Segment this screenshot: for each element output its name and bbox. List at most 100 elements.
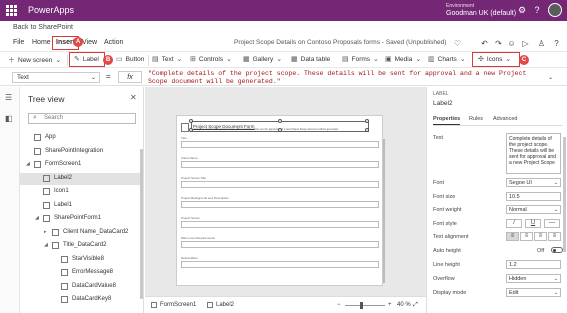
help-question-icon[interactable]: ? xyxy=(551,38,562,49)
resize-handle[interactable] xyxy=(278,128,282,132)
fit-to-window-icon[interactable]: ⤢ xyxy=(413,302,418,309)
media-menu-button[interactable]: ▣ Media ⌄ xyxy=(385,55,421,64)
label-icon xyxy=(61,296,68,303)
selected-label-control[interactable]: Complete details of the project scope. T… xyxy=(189,119,369,132)
resize-handle[interactable] xyxy=(189,128,193,132)
font-size-input[interactable]: 10.5 xyxy=(506,192,561,201)
form-field-label: Title xyxy=(181,136,187,140)
button-button[interactable]: ▭ Button xyxy=(116,55,144,64)
form-field-input[interactable] xyxy=(181,201,379,208)
text-value-input[interactable]: Complete details of the project scope. T… xyxy=(506,133,561,174)
tree-item[interactable]: ErrorMessage8 xyxy=(20,267,143,279)
font-dropdown-value: Segoe UI xyxy=(509,180,532,186)
tree-item[interactable]: App xyxy=(20,132,143,144)
gallery-menu-button[interactable]: ▦ Gallery ⌄ xyxy=(243,55,282,64)
resize-handle[interactable] xyxy=(189,119,193,123)
charts-menu-button[interactable]: ▥ Charts ⌄ xyxy=(428,55,466,64)
align-right-icon[interactable]: ≡ xyxy=(534,232,547,241)
new-screen-button[interactable]: ＋ New screen ⌄ xyxy=(8,55,61,65)
tree-item[interactable]: ▸ Client Name_DataCard2 xyxy=(20,227,143,239)
fx-button[interactable]: fx xyxy=(118,71,142,83)
expand-toggle-icon[interactable]: ◢ xyxy=(44,242,48,248)
properties-scrollbar[interactable] xyxy=(563,137,566,252)
font-weight-dropdown[interactable]: Normal ⌄ xyxy=(506,205,561,214)
data-table-button[interactable]: ▦ Data table xyxy=(291,55,330,64)
tree-item[interactable]: DataCardValue8 xyxy=(20,281,143,293)
zoom-in-button[interactable]: + xyxy=(388,302,392,308)
app-checker-icon[interactable]: ♡ xyxy=(452,38,463,49)
form-field-input[interactable] xyxy=(181,241,379,248)
display-mode-dropdown[interactable]: Edit ⌄ xyxy=(506,288,561,297)
resize-handle[interactable] xyxy=(365,119,369,123)
help-icon[interactable]: ? xyxy=(531,4,543,16)
environment-picker[interactable]: Environment Goodman UK (default) xyxy=(446,3,516,17)
tab-advanced[interactable]: Advanced xyxy=(493,116,517,124)
controls-menu-button[interactable]: ⊞ Controls ⌄ xyxy=(190,55,232,64)
menu-home[interactable]: Home xyxy=(32,39,51,46)
settings-gear-icon[interactable]: ⚙ xyxy=(516,4,528,16)
tree-item[interactable]: ◢ SharePointForm1 xyxy=(20,213,143,225)
forms-menu-button[interactable]: ▤ Forms ⌄ xyxy=(342,55,379,64)
account-icon[interactable]: ♙ xyxy=(536,38,547,49)
app-launcher-icon[interactable] xyxy=(6,5,17,16)
layers-icon[interactable]: ◧ xyxy=(5,114,13,123)
chevron-down-icon: ⌄ xyxy=(553,276,558,282)
resize-handle[interactable] xyxy=(278,119,282,123)
tree-item[interactable]: ◢ Title_DataCard2 xyxy=(20,240,143,252)
form-field-input[interactable] xyxy=(181,141,379,148)
property-dropdown[interactable]: Text ⌄ xyxy=(12,72,100,83)
tree-item[interactable]: DataCardKey8 xyxy=(20,294,143,306)
auto-height-toggle[interactable] xyxy=(551,247,563,253)
form-screen-preview[interactable]: Project Scope Document Form Complete det… xyxy=(176,115,383,286)
control-breadcrumb[interactable]: Label2 xyxy=(207,302,234,308)
chevron-down-icon[interactable]: ⌄ xyxy=(548,74,553,81)
form-field-input[interactable] xyxy=(181,221,379,228)
canvas-scrollbar[interactable] xyxy=(383,139,385,283)
document-title: Project Scope Details on Contoso Proposa… xyxy=(234,39,447,46)
zoom-slider[interactable] xyxy=(345,302,385,309)
avatar[interactable] xyxy=(548,3,562,17)
zoom-slider-thumb[interactable] xyxy=(359,302,363,309)
align-left-icon[interactable]: ≡ xyxy=(506,232,519,241)
align-justify-icon[interactable]: ≡ xyxy=(548,232,561,241)
screen-breadcrumb[interactable]: FormScreen1 xyxy=(151,302,196,308)
hamburger-menu-icon[interactable]: ☰ xyxy=(5,93,12,102)
tree-item[interactable]: ◢ FormScreen1 xyxy=(20,159,143,171)
undo-icon[interactable]: ↶ xyxy=(479,38,490,49)
menu-view[interactable]: View xyxy=(82,39,97,46)
text-menu-button[interactable]: ▤ Text ⌄ xyxy=(152,55,182,64)
tree-search-input[interactable]: ⌕ Search xyxy=(28,113,136,124)
align-center-icon[interactable]: ≡ xyxy=(520,232,533,241)
zoom-out-button[interactable]: − xyxy=(337,302,341,308)
expand-toggle-icon[interactable]: ▸ xyxy=(44,229,47,235)
user-icon[interactable]: ☺ xyxy=(506,38,517,49)
back-to-sharepoint-link[interactable]: Back to SharePoint xyxy=(13,24,73,31)
menu-action[interactable]: Action xyxy=(104,39,123,46)
tree-item[interactable]: SharePointIntegration xyxy=(20,146,143,158)
expand-toggle-icon[interactable]: ◢ xyxy=(26,161,30,167)
font-dropdown[interactable]: Segoe UI ⌄ xyxy=(506,178,561,187)
preview-play-icon[interactable]: ▷ xyxy=(520,38,531,49)
form-field-input[interactable] xyxy=(181,161,379,168)
control-name[interactable]: Label2 xyxy=(433,100,453,107)
menu-file[interactable]: File xyxy=(13,39,24,46)
expand-toggle-icon[interactable]: ◢ xyxy=(35,215,39,221)
form-field-input[interactable] xyxy=(181,181,379,188)
tree-scrollbar[interactable] xyxy=(140,149,143,299)
tree-item[interactable]: Label1 xyxy=(20,200,143,212)
underline-button[interactable]: U xyxy=(525,219,541,228)
tab-rules[interactable]: Rules xyxy=(469,116,483,124)
strikethrough-button[interactable]: — xyxy=(544,219,560,228)
tree-item[interactable]: Label2 xyxy=(20,172,143,185)
form-field-input[interactable] xyxy=(181,261,379,268)
overflow-dropdown[interactable]: Hidden ⌄ xyxy=(506,274,561,283)
line-height-input[interactable]: 1.2 xyxy=(506,260,561,269)
formula-input[interactable]: "Complete details of the project scope. … xyxy=(148,70,528,86)
italic-button[interactable]: / xyxy=(506,219,522,228)
close-icon[interactable]: ✕ xyxy=(130,93,137,102)
redo-icon[interactable]: ↷ xyxy=(493,38,504,49)
resize-handle[interactable] xyxy=(365,128,369,132)
tree-item[interactable]: StarVisible8 xyxy=(20,254,143,266)
tab-properties[interactable]: Properties xyxy=(433,116,461,125)
tree-item[interactable]: Icon1 xyxy=(20,186,143,198)
